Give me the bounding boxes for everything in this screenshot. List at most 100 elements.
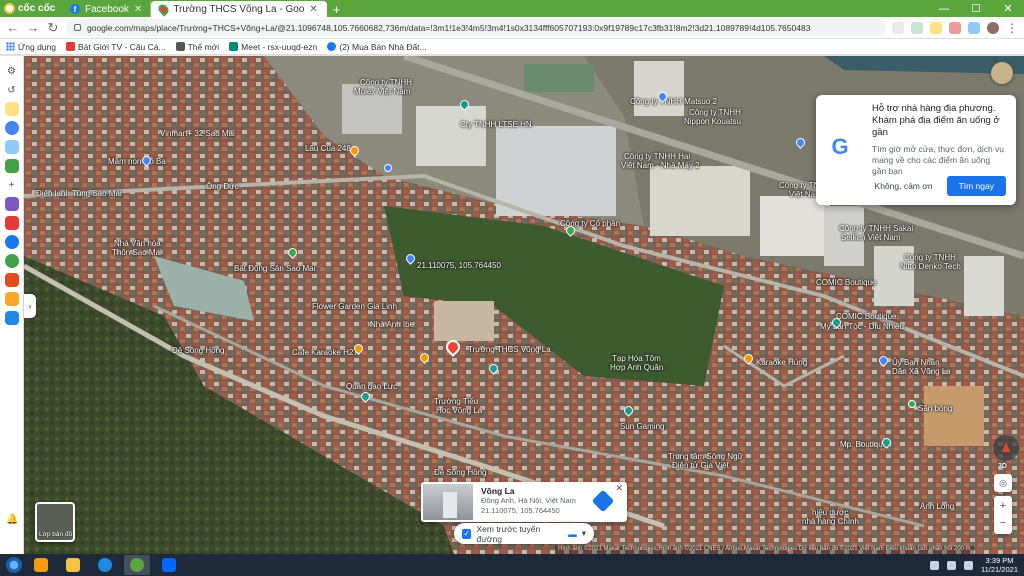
network-icon[interactable] [947, 560, 957, 570]
expand-side-panel-button[interactable]: › [24, 294, 36, 318]
bus-stop-icon[interactable] [384, 164, 392, 172]
map-place-label[interactable]: Công ty TNHH Sakai [839, 224, 913, 233]
map-place-label[interactable]: Nippon Kouatsu [684, 117, 741, 126]
sidebar-app-icon[interactable] [4, 254, 19, 268]
satellite-map[interactable]: Công ty TNHH Molex Việt Nam Công ty TNHH M… [24, 56, 1024, 554]
map-place-label[interactable]: Karaoke Hùng [756, 358, 807, 367]
extension-icon[interactable] [968, 21, 980, 34]
forward-icon[interactable]: → [26, 20, 40, 35]
minimize-icon[interactable]: — [928, 0, 960, 17]
close-tab-icon[interactable]: ✕ [309, 4, 317, 15]
map-layers-button[interactable]: Lớp bản đồ [35, 502, 75, 542]
map-place-label[interactable]: Lâu Cua 248 [305, 144, 351, 153]
chevron-down-icon[interactable]: ▾ [582, 528, 586, 539]
map-place-label[interactable]: Trường THCS Võng La [468, 345, 551, 354]
map-place-label[interactable]: Tạp Hóa Tôm [612, 354, 661, 363]
map-place-label[interactable]: Hợp Anh Quân [610, 363, 663, 372]
map-place-label[interactable]: Mầm non Đỗ Ba [108, 157, 166, 166]
map-place-label[interactable]: COMIC Boutique [816, 278, 876, 287]
map-place-label[interactable]: Mp. Boutique [840, 440, 887, 449]
sidebar-app-icon[interactable] [4, 311, 19, 325]
sidebar-app-icon[interactable] [4, 197, 19, 211]
map-place-label[interactable]: Nitto Denko Tech [900, 262, 961, 271]
map-place-label[interactable]: Đê Sông Hồng [172, 346, 224, 355]
tab-facebook[interactable]: f Facebook ✕ [62, 1, 152, 17]
compass-icon[interactable] [993, 435, 1019, 461]
address-bar[interactable]: google.com/maps/place/Trường+THCS+Võng+L… [66, 19, 886, 36]
facebook-icon[interactable] [4, 235, 19, 249]
map-place-label[interactable]: Trung tâm Sông Ngữ [668, 452, 743, 461]
map-place-label[interactable]: 21.110075, 105.764450 [417, 261, 501, 270]
messenger-icon[interactable] [4, 121, 19, 135]
extension-icon[interactable] [930, 21, 942, 34]
show-hidden-icons-icon[interactable] [930, 560, 940, 570]
map-place-label[interactable]: Trường Tiểu [434, 397, 478, 406]
zoom-out-button[interactable]: − [1000, 515, 1006, 532]
new-tab-button[interactable]: + [327, 1, 347, 17]
extension-icon[interactable] [949, 21, 961, 34]
menu-icon[interactable]: ⋮ [1006, 22, 1018, 34]
settings-gear-icon[interactable]: ⚙ [5, 64, 19, 78]
my-location-button[interactable]: ◎ [994, 474, 1012, 492]
map-place-label[interactable]: Nhà Văn hóa [114, 239, 161, 248]
map-place-label[interactable]: hiệu dược [812, 508, 848, 517]
pegman-icon[interactable] [991, 62, 1013, 84]
reload-icon[interactable]: ↻ [46, 20, 60, 36]
bookmark-item[interactable]: Meet - rsx-uuqd-ezn [229, 42, 317, 52]
map-place-label[interactable]: Seiken Việt Nam [841, 233, 900, 242]
volume-icon[interactable] [964, 560, 974, 570]
checkbox-checked-icon[interactable]: ✓ [462, 528, 472, 539]
map-place-label[interactable]: Điện tử Gia Việt [672, 461, 729, 470]
map-place-label[interactable]: Bất Động Sản Sao Mai [234, 264, 315, 273]
route-preview-toggle[interactable]: ✓ Xem trước tuyến đường ▬ ▾ [454, 523, 594, 544]
close-window-icon[interactable]: ✕ [992, 0, 1024, 17]
bookmark-item[interactable]: (2) Mua Bán Nhà Đất... [327, 42, 427, 52]
decline-button[interactable]: Không, cảm ơn [869, 177, 939, 195]
clock[interactable]: 3:39 PM 11/21/2021 [981, 556, 1018, 574]
tab-google-maps[interactable]: Trường THCS Võng La - Goo ✕ [151, 1, 327, 17]
map-place-label[interactable]: Cafe Karaoke H27 [292, 348, 358, 357]
map-place-label[interactable]: Nhà Anh Ibe [370, 320, 414, 329]
map-place-label[interactable]: Công ty TNHH Matsuo 2 [630, 97, 717, 106]
map-place-label[interactable]: Sun Gaming [620, 422, 664, 431]
map-place-label[interactable]: Quán gạo Lực [346, 382, 397, 391]
sidebar-app-icon[interactable] [4, 216, 19, 230]
screenshot-icon[interactable] [4, 140, 19, 154]
map-place-label[interactable]: Dân Xã Võng La [892, 367, 951, 376]
sidebar-app-icon[interactable] [4, 273, 19, 287]
profile-avatar[interactable] [987, 21, 999, 34]
sidebar-app-icon[interactable] [4, 292, 19, 306]
map-place-label[interactable]: Cty TNHH LTSE HN [460, 120, 532, 129]
place-info-card[interactable]: Võng La Đông Anh, Hà Nội, Việt Nam 21.11… [421, 482, 627, 522]
close-tab-icon[interactable]: ✕ [134, 4, 142, 15]
bookmark-item[interactable]: Bát Giới TV - Câu Cá... [65, 42, 166, 52]
map-place-label[interactable]: Sân bóng [918, 404, 952, 413]
map-place-label[interactable]: COMIC Boutique [836, 312, 896, 321]
coccoc-browser-icon[interactable] [124, 555, 150, 575]
map-place-label[interactable]: Ông Đức [206, 182, 238, 191]
extension-icon[interactable] [911, 21, 923, 34]
back-icon[interactable]: ← [6, 20, 20, 35]
notes-icon[interactable] [4, 102, 19, 116]
media-player-icon[interactable] [28, 555, 54, 575]
add-icon[interactable]: + [5, 178, 19, 192]
close-card-icon[interactable]: ✕ [615, 483, 623, 494]
file-explorer-icon[interactable] [60, 555, 86, 575]
map-place-label[interactable]: Thôn Sao Mai [112, 248, 162, 257]
map-place-label[interactable]: Công ty TNHH Hai [624, 152, 690, 161]
map-place-label[interactable]: Flower Garden Gia Linh [312, 302, 397, 311]
bookmark-apps[interactable]: Ứng dụng [6, 42, 56, 52]
map-place-label[interactable]: Molex Việt Nam [354, 87, 410, 96]
zalo-icon[interactable] [156, 555, 182, 575]
map-place-label[interactable]: Vinmart+ 32 Sao Mai [160, 129, 235, 138]
coccoc-menu-button[interactable]: cốc cốc [0, 0, 62, 17]
maximize-icon[interactable]: ☐ [960, 0, 992, 17]
internet-explorer-icon[interactable] [92, 555, 118, 575]
map-place-label[interactable]: Công ty TNHH [689, 108, 741, 117]
game-icon[interactable] [4, 159, 19, 173]
notification-bell-icon[interactable]: 🔔 [6, 514, 18, 525]
download-icon[interactable] [892, 21, 904, 34]
windows-start-button[interactable] [6, 557, 22, 573]
stadium-pin-icon[interactable] [908, 400, 916, 408]
map-place-label[interactable]: Học Võng La [436, 406, 482, 415]
